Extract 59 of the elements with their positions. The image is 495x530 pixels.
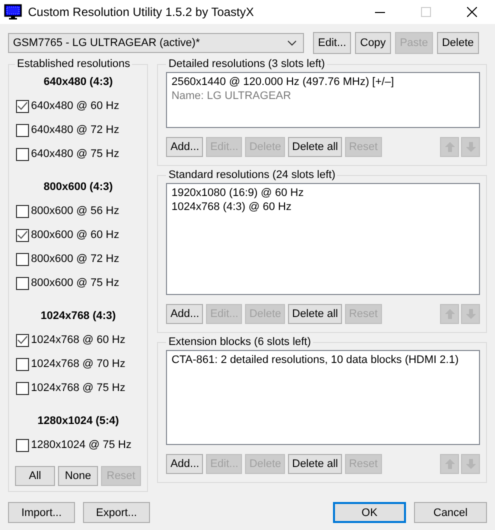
button[interactable]: Delete all: [288, 454, 342, 474]
checkbox[interactable]: [16, 252, 29, 266]
list-box[interactable]: 2560x1440 @ 120.000 Hz (497.76 MHz) [+/–] Name: LG ULTRAGEAR: [166, 72, 480, 128]
checkbox[interactable]: [16, 228, 29, 242]
checkbox[interactable]: [16, 204, 29, 218]
button[interactable]: None: [58, 466, 98, 486]
button[interactable]: Delete: [436, 32, 479, 54]
group-title: Standard resolutions (24 slots left): [167, 169, 336, 181]
list-item[interactable]: 1920x1080 (16:9) @ 60 Hz: [171, 186, 475, 200]
checkbox[interactable]: [16, 124, 29, 136]
checkbox[interactable]: [16, 148, 29, 160]
checkbox-label[interactable]: 640x480 @ 75 Hz: [31, 148, 120, 160]
monitor-icon: [4, 4, 22, 20]
button[interactable]: All: [15, 466, 55, 486]
checkbox-label[interactable]: 1280x1024 @ 75 Hz: [31, 439, 132, 451]
button[interactable]: Export...: [83, 502, 150, 523]
checkbox[interactable]: [16, 276, 29, 290]
device-dropdown[interactable]: GSM7765 - LG ULTRAGEAR (active)*: [8, 33, 304, 53]
button[interactable]: Add...: [166, 454, 204, 474]
window-title: Custom Resolution Utility 1.5.2 by ToastyX: [28, 5, 254, 19]
chevron-down-icon: [287, 40, 297, 46]
checkbox-label[interactable]: 800x600 @ 56 Hz: [31, 205, 120, 217]
checkbox[interactable]: [16, 438, 29, 452]
checkbox[interactable]: [16, 334, 29, 346]
list-box[interactable]: 1920x1080 (16:9) @ 60 Hz 1024x768 (4:3) @ 60 Hz: [166, 183, 480, 295]
button[interactable]: Add...: [166, 304, 204, 324]
button[interactable]: OK: [333, 502, 406, 523]
checkbox-label[interactable]: 640x480 @ 60 Hz: [31, 100, 120, 112]
button[interactable]: Delete all: [288, 137, 342, 157]
maximize-icon: [421, 7, 431, 17]
checkbox-label[interactable]: 1024x768 @ 75 Hz: [31, 382, 126, 394]
group-title: Extension blocks (6 slots left): [167, 336, 312, 348]
checkbox-label[interactable]: 1024x768 @ 70 Hz: [31, 358, 126, 370]
checkbox[interactable]: [16, 358, 29, 370]
button[interactable]: Copy: [355, 32, 391, 54]
checkbox[interactable]: [16, 382, 29, 394]
group-title: Detailed resolutions (3 slots left): [167, 58, 326, 70]
button[interactable]: Add...: [166, 137, 204, 157]
close-icon: [467, 7, 477, 17]
button[interactable]: Edit...: [313, 32, 352, 54]
list-item[interactable]: CTA-861: 2 detailed resolutions, 10 data blocks (HDMI 2.1): [171, 353, 475, 367]
checkbox[interactable]: [16, 100, 29, 112]
checkbox-label[interactable]: 800x600 @ 72 Hz: [31, 253, 120, 265]
group-title: Established resolutions: [16, 58, 132, 70]
button[interactable]: Import...: [8, 502, 75, 523]
list-item[interactable]: 2560x1440 @ 120.000 Hz (497.76 MHz) [+/–]: [171, 75, 475, 89]
checkbox-label[interactable]: 1024x768 @ 60 Hz: [31, 334, 126, 346]
group-heading: 640x480 (4:3): [42, 75, 114, 90]
group-heading: 1280x1024 (5:4): [36, 414, 120, 429]
list-item[interactable]: 1024x768 (4:3) @ 60 Hz: [171, 200, 475, 214]
button[interactable]: Delete all: [288, 304, 342, 324]
checkbox-label[interactable]: 800x600 @ 60 Hz: [31, 229, 120, 241]
checkbox-label[interactable]: 800x600 @ 75 Hz: [31, 277, 120, 289]
list-item[interactable]: Name: LG ULTRAGEAR: [171, 89, 475, 103]
button[interactable]: Cancel: [414, 502, 487, 523]
checkbox-label[interactable]: 640x480 @ 72 Hz: [31, 124, 120, 136]
list-box[interactable]: CTA-861: 2 detailed resolutions, 10 data blocks (HDMI 2.1): [166, 350, 480, 445]
group-heading: 800x600 (4:3): [42, 180, 114, 195]
group-heading: 1024x768 (4:3): [40, 309, 117, 324]
